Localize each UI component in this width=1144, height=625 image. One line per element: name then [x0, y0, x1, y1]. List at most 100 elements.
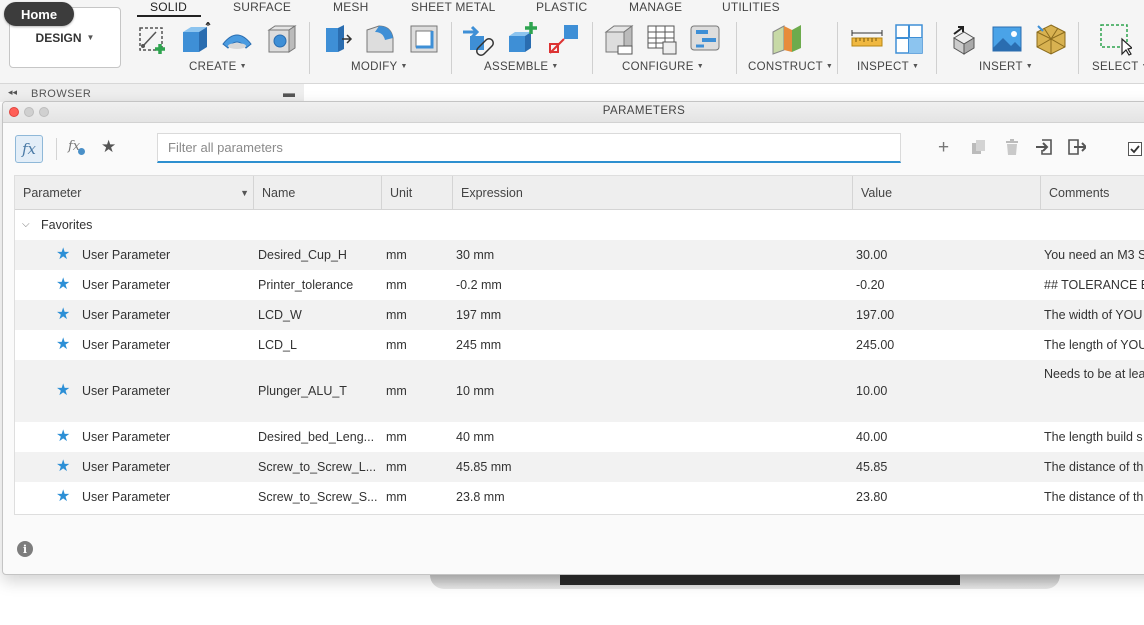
table-row[interactable]: ★ User Parameter Plunger_ALU_T mm 10 mm … — [15, 360, 1144, 422]
info-icon[interactable]: i — [17, 541, 33, 557]
table-row[interactable]: ★ User Parameter Screw_to_Screw_S... mm … — [15, 482, 1144, 512]
select-window-icon[interactable] — [1098, 22, 1134, 56]
table-row[interactable]: ★ User Parameter Desired_bed_Leng... mm … — [15, 422, 1144, 452]
dialog-titlebar[interactable]: PARAMETERS — [3, 102, 1144, 123]
table-icon[interactable] — [645, 22, 679, 56]
configure-icon[interactable] — [602, 22, 636, 56]
parameter-type: User Parameter — [82, 308, 171, 322]
tab-plastic[interactable]: PLASTIC — [536, 0, 587, 16]
parameter-expression[interactable]: 245 mm — [456, 330, 501, 360]
table-row[interactable]: ★ User Parameter Printer_tolerance mm -0… — [15, 270, 1144, 300]
add-parameter-icon[interactable]: + — [938, 137, 949, 159]
favorites-star-icon[interactable]: ★ — [101, 137, 116, 157]
revolve-icon[interactable] — [220, 22, 254, 56]
column-header-value[interactable]: Value — [853, 176, 1041, 210]
shell-icon[interactable] — [407, 22, 441, 56]
parameter-expression[interactable]: 197 mm — [456, 300, 501, 330]
parameter-comment[interactable]: The distance of th — [1044, 452, 1143, 482]
assemble-group-label[interactable]: ASSEMBLE ▼ — [484, 61, 559, 73]
configure-group-label[interactable]: CONFIGURE ▼ — [622, 61, 704, 73]
parameter-expression[interactable]: 30 mm — [456, 240, 494, 270]
chevron-down-icon[interactable]: ⌵ — [22, 210, 30, 240]
modify-group-label[interactable]: MODIFY ▼ — [351, 61, 408, 73]
parameter-comment[interactable]: Needs to be at lea — [1044, 343, 1144, 405]
parameter-expression[interactable]: 40 mm — [456, 422, 494, 452]
parameter-comment[interactable]: The width of YOU — [1044, 300, 1142, 330]
joint-icon[interactable] — [461, 22, 495, 56]
favorites-group-row[interactable]: ⌵ Favorites — [15, 210, 1144, 240]
insert-group-label[interactable]: INSERT ▼ — [979, 61, 1033, 73]
insert-image-icon[interactable] — [990, 22, 1024, 56]
favorite-star-icon[interactable]: ★ — [56, 360, 70, 422]
tab-surface[interactable]: SURFACE — [233, 0, 291, 16]
parameter-value: -0.20 — [856, 278, 885, 292]
tab-utilities[interactable]: UTILITIES — [722, 0, 780, 16]
export-icon[interactable] — [1068, 139, 1088, 160]
tab-manage[interactable]: MANAGE — [629, 0, 682, 16]
tab-mesh[interactable]: MESH — [333, 0, 368, 16]
parameter-comment[interactable]: The length build s — [1044, 422, 1143, 452]
filter-parameters-input[interactable] — [157, 133, 901, 163]
measure-icon[interactable] — [850, 22, 884, 56]
parameter-type: User Parameter — [82, 384, 171, 398]
parameter-comment[interactable]: You need an M3 S — [1044, 240, 1144, 270]
parameters-table: Parameter ▼ Name Unit Expression Value C… — [14, 175, 1144, 515]
insert-derive-icon[interactable] — [948, 22, 982, 56]
table-row[interactable]: ★ User Parameter Desired_Cup_H mm 30 mm … — [15, 240, 1144, 270]
favorite-star-icon[interactable]: ★ — [56, 270, 70, 300]
new-component-icon[interactable] — [505, 22, 539, 56]
joint-origin-icon[interactable] — [547, 22, 581, 56]
insert-mesh-icon[interactable] — [1034, 22, 1068, 56]
column-header-parameter[interactable]: Parameter ▼ — [15, 176, 254, 210]
favorite-star-icon[interactable]: ★ — [56, 240, 70, 270]
group-label: Favorites — [41, 218, 93, 232]
parameter-expression[interactable]: -0.2 mm — [456, 270, 502, 300]
home-tooltip: Home — [4, 2, 74, 26]
plane-icon[interactable] — [770, 22, 804, 56]
delete-trash-icon[interactable] — [1004, 139, 1020, 160]
checkbox-icon[interactable] — [1128, 141, 1142, 161]
parameter-comment[interactable]: ## TOLERANCE BE — [1044, 270, 1144, 300]
collapse-panel-icon[interactable]: ◂◂ — [8, 87, 17, 98]
table-row[interactable]: ★ User Parameter LCD_W mm 197 mm 197.00 … — [15, 300, 1144, 330]
parameter-value: 45.85 — [856, 460, 888, 474]
parameter-expression[interactable]: 10 mm — [456, 360, 494, 422]
browser-panel-header[interactable]: ◂◂ BROWSER ▬ — [0, 84, 304, 102]
tab-solid[interactable]: SOLID — [150, 0, 187, 16]
browser-label: BROWSER — [31, 88, 92, 100]
all-parameters-fx-icon[interactable]: fx — [15, 135, 43, 163]
section-icon[interactable] — [893, 22, 927, 56]
parameter-comment[interactable]: The distance of th — [1044, 482, 1143, 512]
select-group-label[interactable]: SELECT▼ — [1092, 61, 1144, 73]
tab-sheet-metal[interactable]: SHEET METAL — [411, 0, 495, 16]
favorite-star-icon[interactable]: ★ — [56, 452, 70, 482]
import-icon[interactable] — [1036, 139, 1054, 160]
table-row[interactable]: ★ User Parameter Screw_to_Screw_L... mm … — [15, 452, 1144, 482]
hole-icon[interactable] — [265, 22, 299, 56]
sort-chevron-down-icon[interactable]: ▼ — [240, 176, 249, 210]
press-pull-icon[interactable] — [320, 22, 354, 56]
user-parameters-fx-icon[interactable]: fx — [68, 139, 85, 155]
create-group-label[interactable]: CREATE ▼ — [189, 61, 247, 73]
construct-group-label[interactable]: CONSTRUCT ▼ — [748, 61, 833, 73]
favorite-star-icon[interactable]: ★ — [56, 300, 70, 330]
favorite-star-icon[interactable]: ★ — [56, 482, 70, 512]
parameter-expression[interactable]: 45.85 mm — [456, 452, 512, 482]
column-header-expression[interactable]: Expression — [453, 176, 853, 210]
fillet-icon[interactable] — [363, 22, 397, 56]
sketch-icon[interactable] — [136, 22, 170, 56]
table-row[interactable]: ★ User Parameter LCD_L mm 245 mm 245.00 … — [15, 330, 1144, 360]
theme-icon[interactable] — [688, 22, 722, 56]
column-header-unit[interactable]: Unit — [382, 176, 453, 210]
inspect-group-label[interactable]: INSPECT ▼ — [857, 61, 919, 73]
chevron-down-icon: ▼ — [551, 63, 559, 70]
minimize-icon[interactable]: ▬ — [283, 86, 295, 100]
favorite-star-icon[interactable]: ★ — [56, 330, 70, 360]
column-header-name[interactable]: Name — [254, 176, 382, 210]
copy-icon[interactable] — [971, 139, 987, 160]
parameter-unit: mm — [386, 460, 407, 474]
extrude-icon[interactable] — [177, 20, 211, 56]
column-header-comments[interactable]: Comments — [1041, 176, 1144, 210]
favorite-star-icon[interactable]: ★ — [56, 422, 70, 452]
parameter-expression[interactable]: 23.8 mm — [456, 482, 505, 512]
